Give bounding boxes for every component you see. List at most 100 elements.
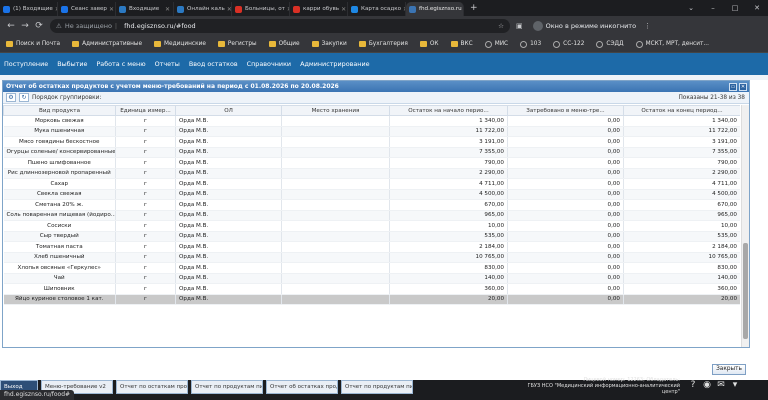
- table-cell: 3 191,00: [623, 136, 740, 148]
- reload-icon[interactable]: ⟳: [32, 21, 46, 31]
- bookmarks-bar: Поиск и Почта Административные Медицинские…: [0, 36, 768, 53]
- table-row[interactable]: Томатная паста г Орда М.В. 2 184,00 0,00 2 18…: [3, 241, 740, 253]
- table-row[interactable]: Пшено шлифованное г Орда М.В. 790,00 0,00 790…: [3, 157, 740, 169]
- browser-tab[interactable]: Сеанс завер ✕: [58, 2, 116, 16]
- globe-icon: [596, 40, 604, 48]
- browser-tab[interactable]: карри обувь ✕: [290, 2, 348, 16]
- table-cell: 4 711,00: [623, 178, 740, 190]
- folder-icon: [6, 41, 13, 47]
- bookmark-item[interactable]: СЭДД: [596, 40, 624, 48]
- restore-icon[interactable]: ▭: [729, 82, 737, 91]
- column-header[interactable]: Место хранения: [281, 105, 390, 116]
- menu-item[interactable]: Справочники: [247, 60, 291, 68]
- table-row[interactable]: Сметана 20% ж. г Орда М.В. 670,00 0,00 670,00: [3, 199, 740, 211]
- bookmark-item[interactable]: Закупки: [311, 41, 347, 47]
- mail-icon[interactable]: ✉: [714, 380, 728, 390]
- column-header[interactable]: Остаток на начало перио...: [389, 105, 508, 116]
- bookmark-item[interactable]: МИС: [484, 40, 508, 48]
- scrollbar-thumb[interactable]: [743, 243, 748, 339]
- table-cell: г: [115, 115, 176, 127]
- bookmark-item[interactable]: Общие: [268, 41, 300, 47]
- bookmark-item[interactable]: ОК: [419, 41, 439, 47]
- table-row[interactable]: Огурцы соленые/ консервированные г Орда М.…: [3, 147, 740, 158]
- vertical-scrollbar[interactable]: [741, 105, 749, 347]
- table-cell: 10,00: [623, 220, 740, 232]
- minimize-icon[interactable]: –: [702, 4, 724, 12]
- window-tab[interactable]: Отчет по продуктам питания...: [341, 380, 413, 394]
- menu-item[interactable]: Поступление: [4, 60, 48, 68]
- menu-item[interactable]: Ввод остатков: [189, 60, 238, 68]
- chevron-down-icon[interactable]: ⌄: [680, 4, 702, 12]
- table-row[interactable]: Шиповник г Орда М.В. 360,00 0,00 360,00: [3, 283, 740, 295]
- table-row[interactable]: Рис длиннозерновой пропаренный г Орда М.В.…: [3, 168, 740, 179]
- incognito-indicator[interactable]: Окно в режиме инкогнито: [532, 21, 636, 31]
- bookmark-item[interactable]: Регистры: [217, 41, 257, 47]
- panel-close-icon[interactable]: ✕: [739, 82, 747, 91]
- column-header[interactable]: Единица измер...: [115, 105, 176, 116]
- table-row[interactable]: Яйцо куриное столовое 1 кат. г Орда М.В. 20…: [3, 294, 740, 305]
- camera-icon[interactable]: ◉: [700, 380, 714, 390]
- tab-close-icon[interactable]: ✕: [163, 6, 170, 13]
- column-header[interactable]: ОЛ: [175, 105, 282, 116]
- menu-item[interactable]: Отчеты: [155, 60, 180, 68]
- table-cell: [281, 189, 390, 200]
- column-header[interactable]: Остаток на конец период...: [623, 105, 740, 116]
- table-row[interactable]: Сахар г Орда М.В. 4 711,00 0,00 4 711,00: [3, 178, 740, 190]
- new-tab-button[interactable]: +: [464, 3, 484, 13]
- maximize-icon[interactable]: □: [724, 4, 746, 12]
- close-icon[interactable]: ✕: [746, 4, 768, 12]
- table-row[interactable]: Сыр твердый г Орда М.В. 535,00 0,00 535,00: [3, 231, 740, 242]
- column-header[interactable]: Затребовано в меню-тре...: [507, 105, 624, 116]
- bookmark-item[interactable]: Поиск и Почта: [6, 41, 60, 47]
- bookmark-item[interactable]: Бухгалтерия: [358, 41, 408, 47]
- column-header[interactable]: Вид продукта: [3, 105, 116, 116]
- back-icon[interactable]: ←: [4, 21, 18, 31]
- help-icon[interactable]: ?: [686, 380, 700, 390]
- table-cell: г: [115, 168, 176, 179]
- url-input[interactable]: ⚠ Не защищено | fhd.egisznso.ru/#food ☆: [50, 19, 510, 33]
- table-row[interactable]: Морковь свежая г Орда М.В. 1 340,00 0,00 1 34…: [3, 115, 740, 127]
- bookmark-item[interactable]: Административные: [72, 41, 142, 47]
- browser-tab[interactable]: Карта осадко✕: [348, 2, 406, 16]
- more-menu-icon[interactable]: ⋮: [644, 22, 651, 30]
- bookmark-item[interactable]: Медицинские: [154, 41, 206, 47]
- table-row[interactable]: Хлеб пшеничный г Орда М.В. 10 765,00 0,00 10 …: [3, 252, 740, 263]
- table-row[interactable]: Мясо говядины бескостное г Орда М.В. 3 191,…: [3, 136, 740, 148]
- tab-title: Онлайн каль: [187, 6, 225, 12]
- collapse-icon[interactable]: ▾: [728, 380, 742, 390]
- bookmark-label: СС-122: [563, 41, 585, 47]
- table-row[interactable]: Свекла свежая г Орда М.В. 4 500,00 0,00 4 500…: [3, 189, 740, 200]
- close-button[interactable]: Закрыть: [712, 364, 746, 375]
- menu-item[interactable]: Выбытие: [57, 60, 87, 68]
- browser-tab[interactable]: Больницы, от✕: [232, 2, 290, 16]
- table-row[interactable]: Мука пшеничная г Орда М.В. 11 722,00 0,00 11 …: [3, 126, 740, 137]
- menu-item[interactable]: Администрирование: [300, 60, 369, 68]
- extensions-icon[interactable]: ▣: [516, 22, 523, 30]
- table-row[interactable]: Хлопья овсяные «Геркулес» г Орда М.В. 830,0…: [3, 262, 740, 274]
- browser-tab[interactable]: Входящие ✕: [116, 2, 174, 16]
- tab-favicon-icon: [235, 5, 242, 13]
- tab-close-icon[interactable]: ✕: [107, 6, 114, 13]
- table-row[interactable]: Соль поваренная пищевая (йодиро... г Орда …: [3, 210, 740, 221]
- bookmark-item[interactable]: 103: [520, 40, 541, 48]
- bookmark-item[interactable]: СС-122: [553, 40, 585, 48]
- tab-close-icon[interactable]: ✕: [225, 6, 231, 13]
- table-cell: Орда М.В.: [175, 168, 282, 179]
- star-icon[interactable]: ☆: [498, 22, 504, 30]
- refresh-icon[interactable]: ↻: [19, 93, 29, 102]
- window-tab[interactable]: Отчет по продуктам питания...: [191, 380, 263, 394]
- menu-item[interactable]: Работа с меню: [96, 60, 145, 68]
- bookmark-item[interactable]: ВКС: [450, 41, 473, 47]
- pagination-info: Показаны 21-38 из 38: [678, 94, 745, 101]
- window-tab[interactable]: Отчет по остаткам продуктов: [116, 380, 188, 394]
- window-tab[interactable]: Отчет об остатках продукто...: [266, 380, 338, 394]
- forward-icon[interactable]: →: [18, 21, 32, 31]
- table-row[interactable]: Чай г Орда М.В. 140,00 0,00 140,00: [3, 273, 740, 284]
- browser-tab[interactable]: Онлайн каль ✕: [174, 2, 232, 16]
- browser-tab[interactable]: fhd.egisznso.ru✕: [406, 2, 464, 16]
- bookmark-item[interactable]: МСКТ, МРТ, денсит...: [635, 40, 709, 48]
- settings-icon[interactable]: ⚙: [6, 93, 16, 102]
- tab-close-icon[interactable]: ✕: [339, 6, 346, 13]
- browser-tab[interactable]: (1) Входящие✕: [0, 2, 58, 16]
- table-row[interactable]: Сосиски г Орда М.В. 10,00 0,00 10,00: [3, 220, 740, 232]
